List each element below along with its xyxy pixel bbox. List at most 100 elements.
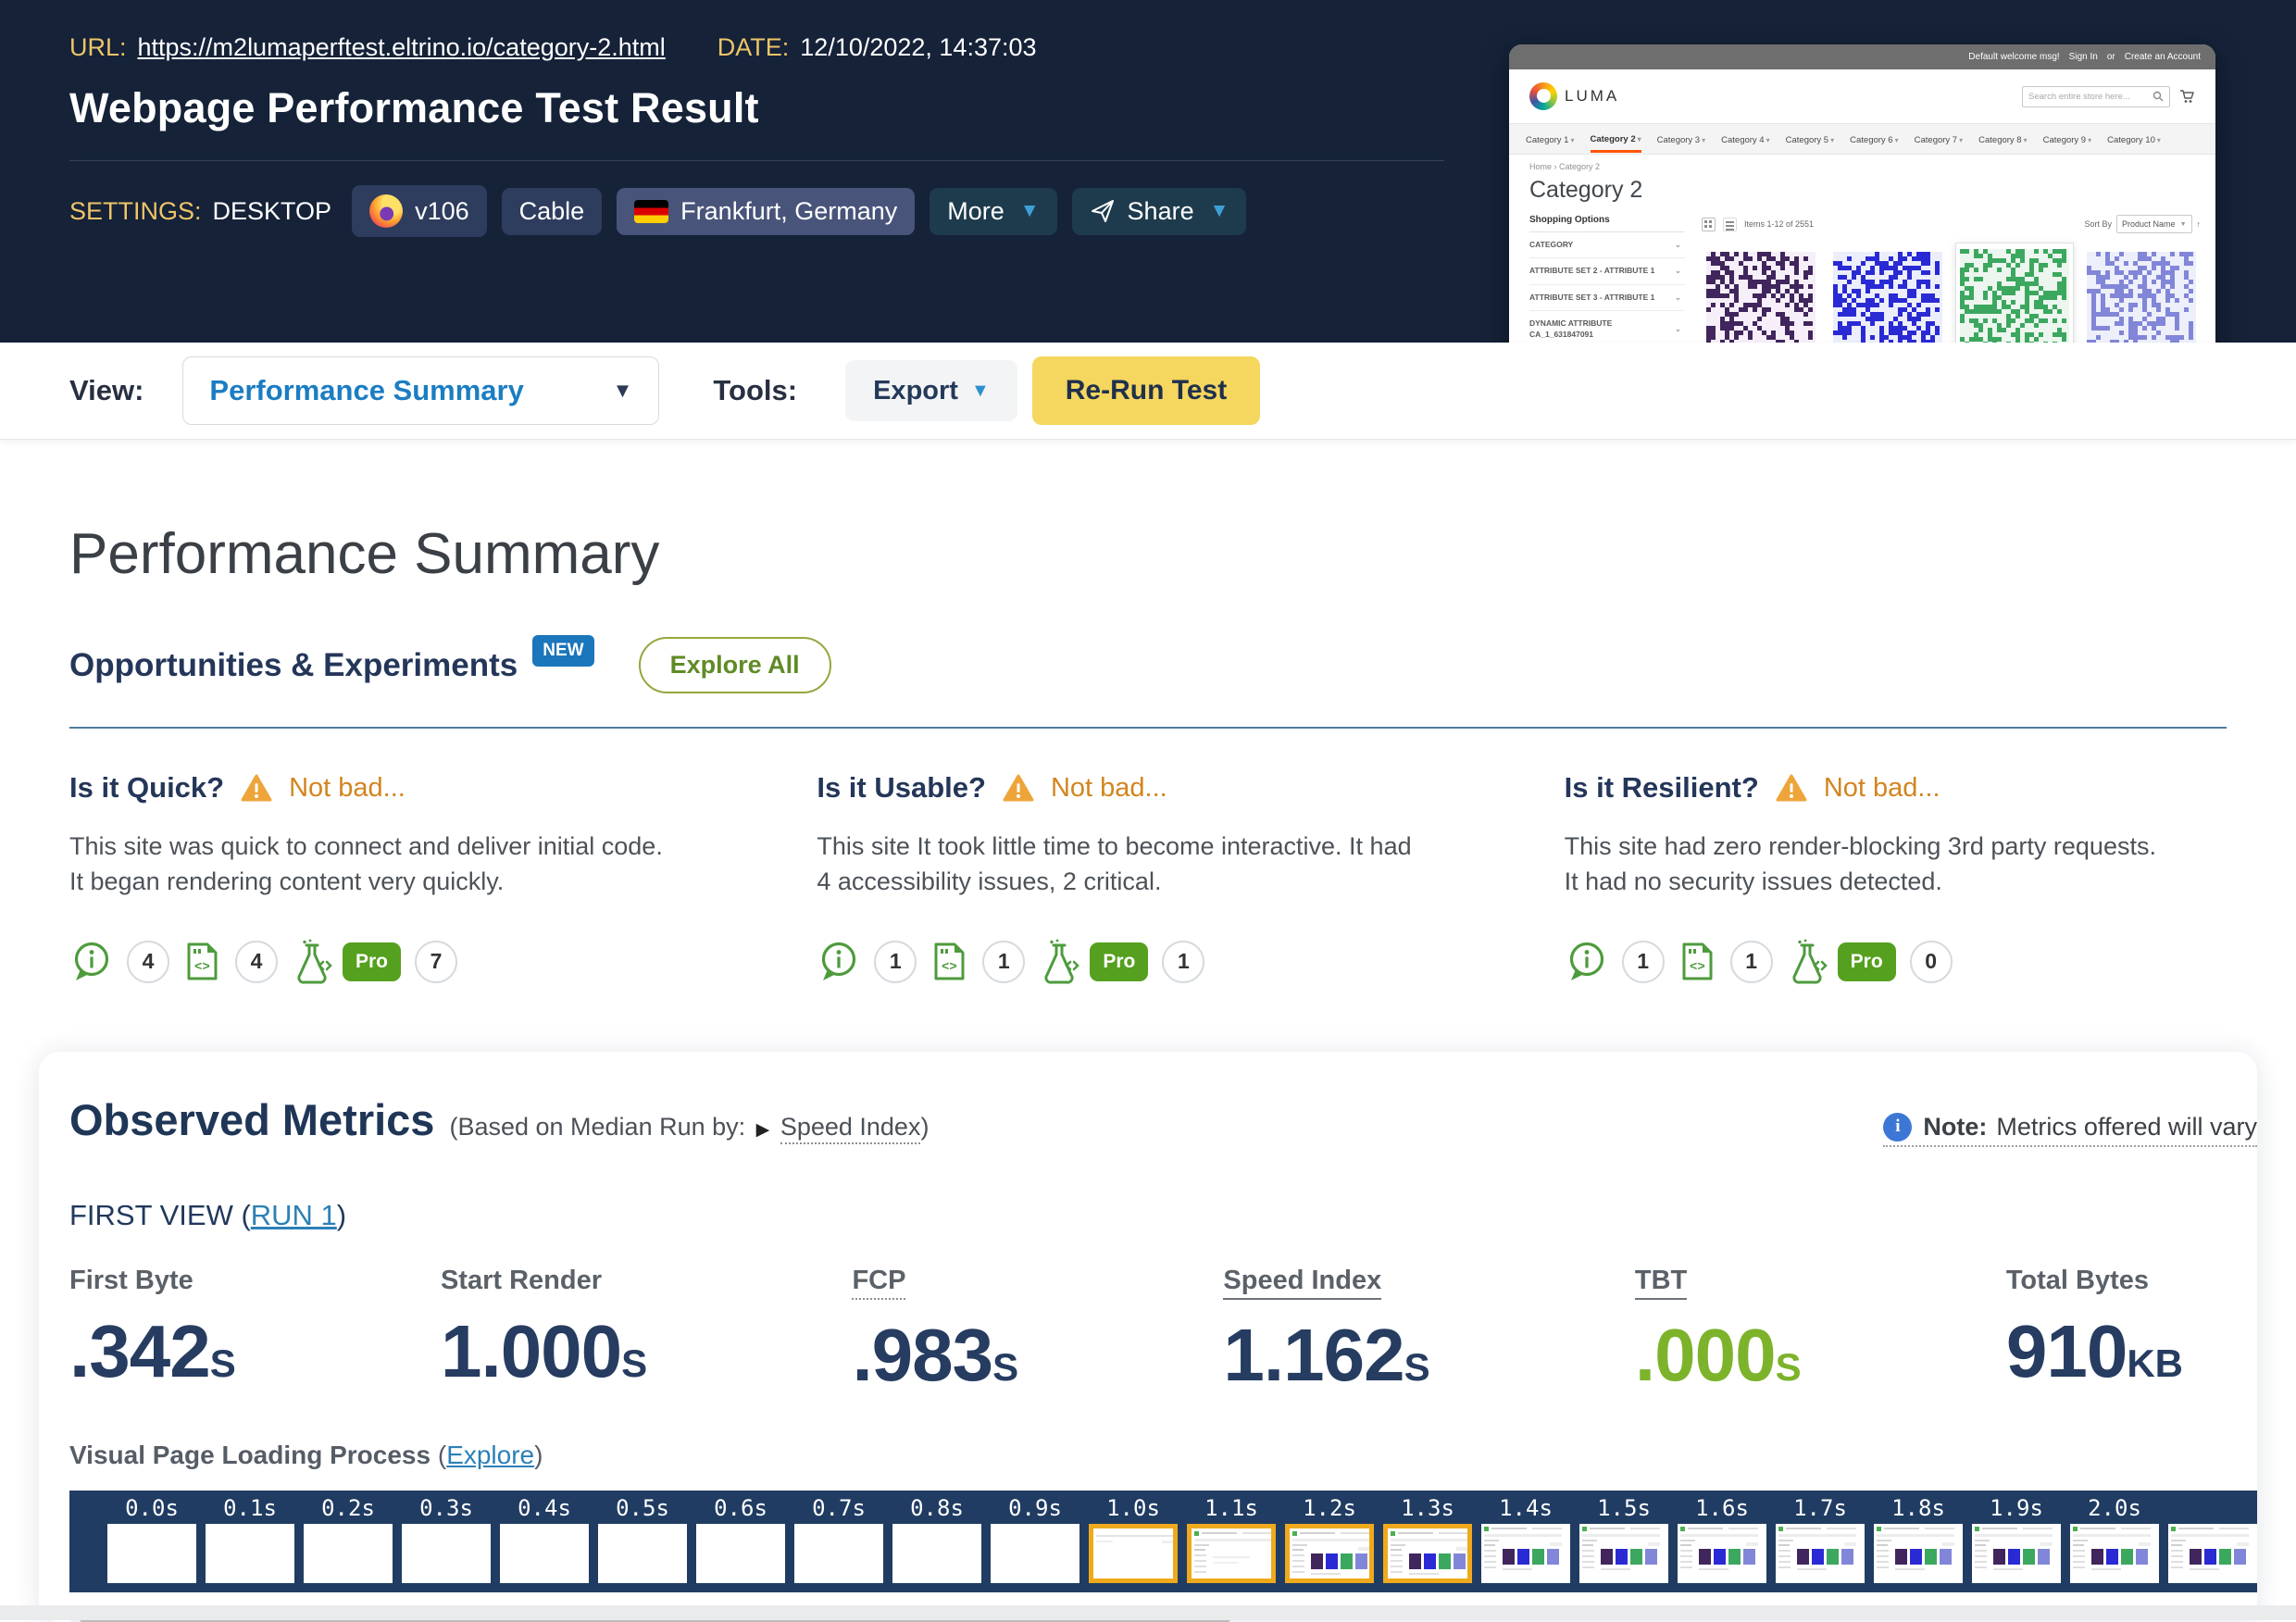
filmstrip-frame[interactable] bbox=[794, 1524, 883, 1583]
frame-timestamp: 1.3s bbox=[1379, 1494, 1477, 1522]
grid-view-icon bbox=[1702, 218, 1716, 231]
connection-value: Cable bbox=[519, 197, 585, 226]
filmstrip-slot: 1.8s bbox=[1869, 1494, 1967, 1583]
thumbnail-nav-item[interactable]: Category 4▾ bbox=[1721, 127, 1770, 151]
metric-label[interactable]: TBT bbox=[1635, 1266, 1687, 1300]
thumbnail-filter[interactable]: CATEGORY⌄ bbox=[1529, 232, 1685, 258]
view-select[interactable]: Performance Summary ▼ bbox=[182, 356, 659, 425]
filmstrip-frame[interactable] bbox=[1972, 1524, 2061, 1583]
frame-timestamp: 0.7s bbox=[790, 1494, 888, 1522]
share-label: Share bbox=[1128, 197, 1194, 226]
filmstrip-slot: 2.0s bbox=[2065, 1494, 2164, 1583]
filmstrip-frame[interactable] bbox=[2168, 1524, 2257, 1583]
filmstrip-slot: 0.6s bbox=[692, 1494, 790, 1583]
filmstrip-frame[interactable] bbox=[304, 1524, 393, 1583]
thumbnail-nav-item[interactable]: Category 8▾ bbox=[1978, 127, 2028, 151]
filmstrip-frame[interactable] bbox=[1776, 1524, 1865, 1583]
comment-info-icon bbox=[1565, 940, 1608, 983]
filmstrip-frame[interactable] bbox=[991, 1524, 1079, 1583]
filmstrip-slot: 0.0s bbox=[103, 1494, 201, 1583]
frame-timestamp: 1.7s bbox=[1771, 1494, 1869, 1522]
metric: Start Render 1.000S bbox=[441, 1266, 647, 1398]
thumbnail-nav-item[interactable]: Category 10▾ bbox=[2107, 127, 2161, 151]
thumbnail-nav-item[interactable]: Category 2▾ bbox=[1591, 126, 1641, 153]
luma-logo-text: LUMA bbox=[1565, 87, 1619, 106]
filter-label: CATEGORY bbox=[1529, 240, 1573, 250]
filmstrip-frame[interactable] bbox=[1874, 1524, 1963, 1583]
opportunity-card: Is it Usable?Not bad...This site It took… bbox=[817, 771, 1479, 985]
metric-label[interactable]: FCP bbox=[852, 1266, 905, 1300]
frame-timestamp: 0.0s bbox=[103, 1494, 201, 1522]
export-button[interactable]: Export ▼ bbox=[845, 360, 1017, 421]
thumbnail-nav-item[interactable]: Category 7▾ bbox=[1915, 127, 1964, 151]
thumbnail-filter[interactable]: ATTRIBUTE SET 3 - ATTRIBUTE 1⌄ bbox=[1529, 285, 1685, 311]
observed-metrics-card: Observed Metrics (Based on Median Run by… bbox=[39, 1052, 2257, 1622]
tested-url-link[interactable]: https://m2lumaperftest.eltrino.io/catego… bbox=[138, 33, 666, 62]
experiment-count: 0 bbox=[1910, 941, 1953, 983]
filmstrip-frame[interactable] bbox=[598, 1524, 687, 1583]
first-view-suffix: ) bbox=[337, 1199, 346, 1231]
metrics-note[interactable]: i Note: Metrics offered will vary bbox=[1883, 1113, 2257, 1147]
info-count: 1 bbox=[1622, 941, 1665, 983]
filmstrip-frame[interactable] bbox=[892, 1524, 981, 1583]
metric-label: First Byte bbox=[69, 1266, 193, 1296]
warning-triangle-icon bbox=[1003, 774, 1034, 803]
code-count: 4 bbox=[235, 941, 278, 983]
explore-all-button[interactable]: Explore All bbox=[639, 637, 831, 693]
explore-link[interactable]: Explore bbox=[446, 1441, 534, 1469]
webpagetest-result-page: { "header": { "url_label": "URL:", "url_… bbox=[0, 0, 2296, 1620]
filmstrip-frame[interactable] bbox=[2070, 1524, 2159, 1583]
cart-icon bbox=[2179, 89, 2195, 104]
view-label: View: bbox=[69, 374, 144, 407]
more-button[interactable]: More ▼ bbox=[930, 188, 1056, 235]
thumbnail-nav-item[interactable]: Category 9▾ bbox=[2043, 127, 2092, 151]
frame-timestamp: 1.5s bbox=[1575, 1494, 1673, 1522]
metrics-row: First Byte.342SStart Render1.000SFCP.983… bbox=[69, 1266, 2225, 1398]
filmstrip-frame[interactable] bbox=[402, 1524, 491, 1583]
frame-timestamp: 1.1s bbox=[1182, 1494, 1280, 1522]
filmstrip-slot: 0.3s bbox=[397, 1494, 495, 1583]
filmstrip-frame[interactable] bbox=[1481, 1524, 1570, 1583]
filmstrip-frame[interactable] bbox=[1285, 1524, 1374, 1583]
filmstrip-frame[interactable] bbox=[206, 1524, 294, 1583]
filmstrip-frame[interactable] bbox=[1678, 1524, 1766, 1583]
filmstrip-slot bbox=[2164, 1494, 2257, 1583]
filmstrip-slot: 1.0s bbox=[1084, 1494, 1182, 1583]
filmstrip-frame[interactable] bbox=[500, 1524, 589, 1583]
filmstrip-frame[interactable] bbox=[1383, 1524, 1472, 1583]
filmstrip-frame[interactable] bbox=[696, 1524, 785, 1583]
filmstrip-frame[interactable] bbox=[1089, 1524, 1178, 1583]
metric-unit: S bbox=[992, 1345, 1018, 1389]
chevron-down-icon: ▾ bbox=[1638, 135, 1641, 143]
filmstrip-frame[interactable] bbox=[1579, 1524, 1668, 1583]
run-1-link[interactable]: RUN 1 bbox=[251, 1199, 337, 1231]
opportunity-verdict: Not bad... bbox=[289, 773, 406, 804]
thumbnail-topbar: Default welcome msg! Sign In or Create a… bbox=[1509, 44, 2215, 69]
opportunity-description: This site It took little time to become … bbox=[817, 829, 1418, 900]
thumbnail-filter[interactable]: ATTRIBUTE SET 2 - ATTRIBUTE 1⌄ bbox=[1529, 258, 1685, 284]
rerun-test-button[interactable]: Re-Run Test bbox=[1032, 356, 1260, 425]
thumbnail-nav-item[interactable]: Category 3▾ bbox=[1657, 127, 1706, 151]
metric-label[interactable]: Speed Index bbox=[1223, 1266, 1381, 1300]
metric-value: .000S bbox=[1635, 1313, 1802, 1398]
filmstrip: 0.0s0.1s0.2s0.3s0.4s0.5s0.6s0.7s0.8s0.9s… bbox=[69, 1491, 2257, 1592]
share-button[interactable]: Share ▼ bbox=[1072, 188, 1247, 235]
speed-index-link[interactable]: Speed Index bbox=[780, 1113, 921, 1144]
metric-label: Start Render bbox=[441, 1266, 602, 1296]
filmstrip-frame[interactable] bbox=[1187, 1524, 1276, 1583]
filmstrip-slot: 1.4s bbox=[1477, 1494, 1575, 1583]
filmstrip-frame[interactable] bbox=[107, 1524, 196, 1583]
thumbnail-nav-item[interactable]: Category 1▾ bbox=[1526, 127, 1575, 151]
opportunity-card: Is it Resilient?Not bad...This site had … bbox=[1565, 771, 2227, 985]
frame-timestamp: 1.4s bbox=[1477, 1494, 1575, 1522]
metric-unit: S bbox=[1404, 1345, 1430, 1389]
metric-value: 1.000S bbox=[441, 1309, 647, 1394]
new-badge: NEW bbox=[532, 635, 593, 667]
metric-value: 1.162S bbox=[1223, 1313, 1429, 1398]
comment-info-icon bbox=[69, 940, 113, 983]
metric-unit: S bbox=[1776, 1345, 1802, 1389]
thumbnail-nav-item[interactable]: Category 5▾ bbox=[1786, 127, 1835, 151]
play-triangle-icon: ▶ bbox=[756, 1120, 770, 1140]
thumbnail-nav-item[interactable]: Category 6▾ bbox=[1850, 127, 1899, 151]
section-divider bbox=[69, 727, 2227, 729]
